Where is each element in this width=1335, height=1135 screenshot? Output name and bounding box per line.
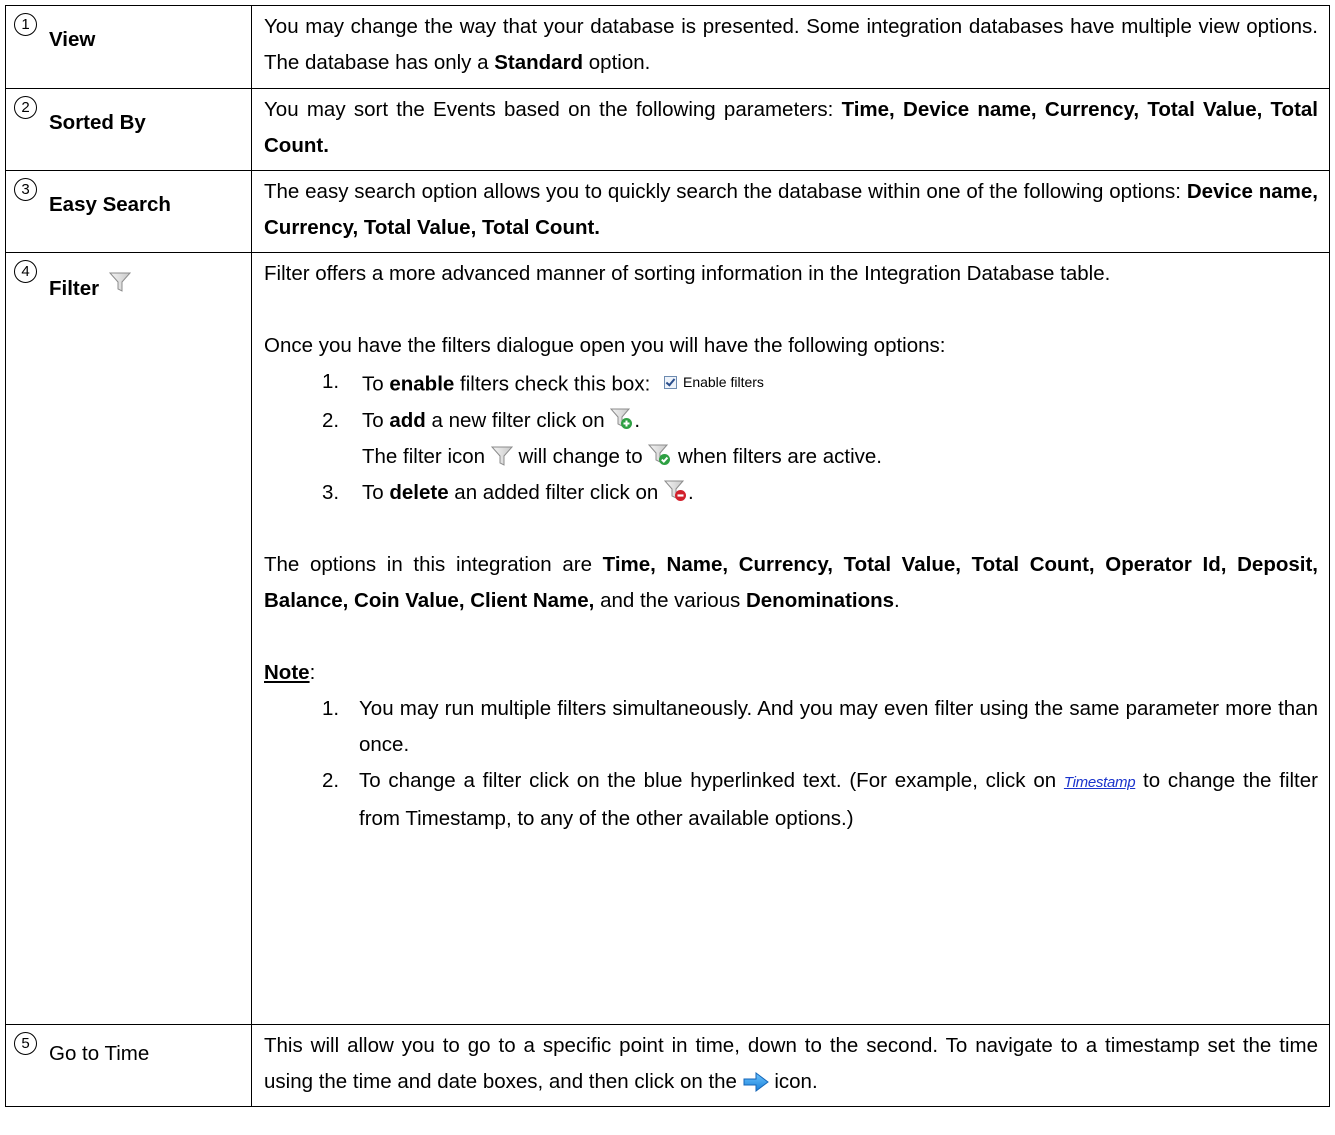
row-text-suffix: option. — [583, 51, 651, 74]
list-item: 3. To delete an added filter click on . — [264, 475, 1318, 511]
row-text: The easy search option allows you to qui… — [264, 180, 1187, 203]
circled-number: 1 — [14, 13, 37, 36]
table-row-filter: 4 Filter Filter offers a more advanced m… — [5, 252, 1330, 1025]
row-label-cell: 5 Go to Time — [5, 1024, 252, 1107]
arrow-right-icon[interactable] — [743, 1072, 769, 1092]
step-text: . — [687, 480, 694, 504]
filter-add-icon — [610, 408, 633, 429]
step-bold: enable — [389, 372, 455, 396]
step-text: . — [634, 408, 641, 432]
row-text: You may sort the Events based on the fol… — [264, 98, 842, 121]
options-bold: Denominations — [745, 588, 895, 612]
circled-number: 3 — [14, 178, 37, 201]
step-text: an added filter click on — [448, 480, 664, 504]
options-text: The options in this integration are — [264, 552, 603, 576]
note-text: To change a filter click on the blue hyp… — [359, 768, 1064, 792]
step-text: To — [362, 372, 390, 396]
filter-delete-icon — [663, 480, 686, 501]
row-description-cell: This will allow you to go to a specific … — [251, 1024, 1330, 1107]
options-text: . — [894, 588, 900, 612]
row-label-cell: 1 View — [5, 5, 252, 89]
list-item: 2. To add a new filter click on . — [264, 403, 1318, 439]
note-heading: Note — [264, 660, 310, 684]
checkbox-checked-icon — [663, 375, 677, 389]
step-text: The filter icon — [362, 444, 491, 468]
checkbox-label: Enable filters — [682, 374, 764, 390]
row-description-cell: You may sort the Events based on the fol… — [251, 88, 1330, 171]
table-row-sorted-by: 2 Sorted By You may sort the Events base… — [5, 88, 1330, 171]
filter-intro: Filter offers a more advanced manner of … — [264, 262, 1111, 285]
filter-options-text: The options in this integration are Time… — [264, 547, 1318, 619]
options-text: and the various — [594, 588, 746, 612]
row-label-cell: 4 Filter — [5, 252, 252, 1025]
notes-list: 1. You may run multiple filters simultan… — [264, 691, 1318, 837]
row-description-cell: Filter offers a more advanced manner of … — [251, 252, 1330, 1025]
step-text: To — [362, 480, 390, 504]
row-label: Go to Time — [49, 1042, 150, 1065]
list-item: 1. You may run multiple filters simultan… — [264, 691, 1318, 763]
filter-icon — [490, 446, 513, 466]
table-row-easy-search: 3 Easy Search The easy search option all… — [5, 170, 1330, 253]
step-text: when filters are active. — [672, 444, 883, 468]
step-text: will change to — [512, 444, 649, 468]
list-number: 1. — [322, 696, 340, 720]
step-text: filters check this box: — [454, 372, 651, 396]
note-colon: : — [309, 660, 316, 684]
row-text-bold: Standard — [494, 51, 584, 74]
table-row-go-to-time: 5 Go to Time This will allow you to go t… — [5, 1024, 1330, 1107]
circled-number: 5 — [14, 1032, 37, 1055]
row-label-cell: 2 Sorted By — [5, 88, 252, 171]
list-number: 2. — [322, 408, 340, 432]
list-number: 1. — [322, 370, 340, 393]
filter-active-icon — [648, 444, 671, 465]
row-label: Sorted By — [49, 111, 146, 134]
list-item: 1. To enable filters check this box: Ena… — [264, 364, 1318, 403]
table-row-view: 1 View You may change the way that your … — [5, 5, 1330, 89]
list-item: 2. To change a filter click on the blue … — [264, 763, 1318, 837]
circled-number: 4 — [14, 260, 37, 283]
row-description-cell: You may change the way that your databas… — [251, 5, 1330, 89]
row-label: Easy Search — [49, 193, 171, 216]
enable-filters-checkbox[interactable]: Enable filters — [663, 364, 764, 400]
row-description-cell: The easy search option allows you to qui… — [251, 170, 1330, 253]
row-label: View — [49, 28, 96, 51]
filter-steps-list: 1. To enable filters check this box: Ena… — [264, 364, 1318, 511]
step-bold: add — [389, 408, 426, 432]
circled-number: 2 — [14, 96, 37, 119]
list-number: 2. — [322, 768, 340, 792]
row-label: Filter — [49, 277, 100, 300]
feature-table: 1 View You may change the way that your … — [5, 5, 1330, 1107]
row-label-group: Filter — [49, 271, 131, 301]
row-label-cell: 3 Easy Search — [5, 170, 252, 253]
step-text: To — [362, 408, 390, 432]
row-text: You may change the way that your databas… — [264, 15, 1318, 74]
filter-icon — [108, 272, 131, 292]
list-number: 3. — [322, 480, 340, 504]
timestamp-link[interactable]: Timestamp — [1064, 774, 1136, 791]
step-text: a new filter click on — [425, 408, 611, 432]
filter-options-intro: Once you have the filters dialogue open … — [264, 334, 946, 357]
list-item-continuation: The filter icon will change to when filt… — [264, 439, 1318, 475]
note-heading-line: Note: — [264, 655, 1318, 691]
note-text: You may run multiple filters simultaneou… — [359, 696, 1318, 756]
step-bold: delete — [389, 480, 449, 504]
row-text-suffix: icon. — [768, 1070, 818, 1093]
